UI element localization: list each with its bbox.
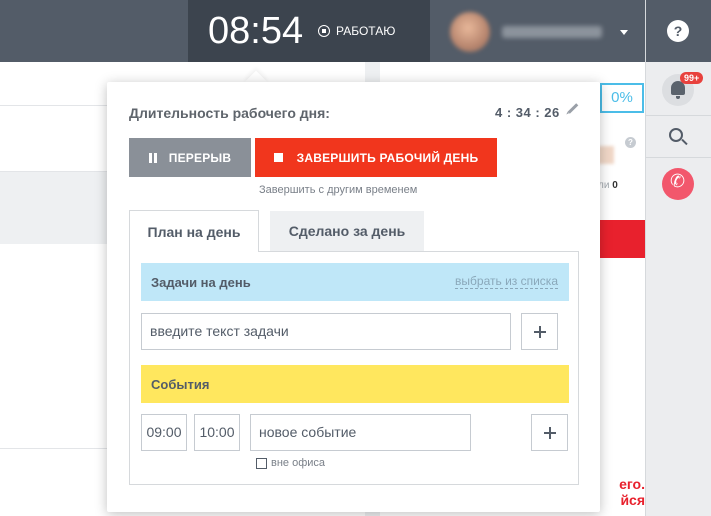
clock: 08:54 bbox=[208, 10, 304, 52]
finish-workday-label: ЗАВЕРШИТЬ РАБОЧИЙ ДЕНЬ bbox=[296, 150, 479, 165]
tasks-header: Задачи на день выбрать из списка bbox=[141, 263, 569, 301]
tab-done[interactable]: Сделано за день bbox=[270, 211, 424, 251]
user-name-blurred bbox=[502, 26, 602, 38]
divider bbox=[646, 157, 711, 158]
help-icon[interactable]: ? bbox=[667, 20, 689, 42]
top-header: 08:54 РАБОТАЮ bbox=[0, 0, 645, 62]
events-title: События bbox=[151, 377, 210, 392]
duration-value: 4 : 34 : 26 bbox=[495, 105, 560, 120]
avatar bbox=[450, 12, 490, 52]
finish-other-time-link[interactable]: Завершить с другим временем bbox=[259, 184, 417, 196]
pause-button[interactable]: ПЕРЕРЫВ bbox=[129, 138, 251, 177]
plan-panel: Задачи на день выбрать из списка введите… bbox=[129, 251, 579, 485]
help-circle-icon[interactable]: ? bbox=[625, 137, 636, 148]
event-name-input[interactable]: новое событие bbox=[250, 414, 471, 451]
work-status[interactable]: РАБОТАЮ bbox=[318, 24, 395, 38]
tasks-title: Задачи на день bbox=[151, 275, 251, 290]
card-thumbnail bbox=[598, 146, 614, 164]
pencil-icon[interactable] bbox=[567, 103, 579, 114]
stop-icon bbox=[318, 25, 330, 37]
stop-icon bbox=[273, 153, 283, 162]
task-input[interactable]: введите текст задачи bbox=[141, 313, 511, 350]
pause-icon bbox=[148, 152, 157, 163]
pause-button-label: ПЕРЕРЫВ bbox=[168, 150, 232, 165]
timeman-widget[interactable]: 08:54 РАБОТАЮ bbox=[188, 0, 430, 62]
event-time-to[interactable]: 10:00 bbox=[194, 414, 240, 451]
out-of-office-row[interactable]: вне офиса bbox=[256, 457, 325, 469]
out-of-office-checkbox[interactable] bbox=[256, 457, 267, 469]
phone-icon[interactable] bbox=[662, 168, 694, 200]
right-sidebar: ? 99+ bbox=[645, 0, 711, 516]
out-of-office-label: вне офиса bbox=[271, 457, 326, 469]
work-status-label: РАБОТАЮ bbox=[336, 24, 396, 38]
red-banner bbox=[599, 220, 645, 258]
divider bbox=[646, 115, 711, 116]
event-time-from[interactable]: 09:00 bbox=[141, 414, 187, 451]
user-menu[interactable] bbox=[450, 12, 628, 52]
chevron-down-icon bbox=[620, 29, 628, 35]
add-task-button[interactable] bbox=[521, 313, 558, 350]
tab-plan[interactable]: План на день bbox=[129, 210, 259, 252]
add-event-button[interactable] bbox=[531, 414, 568, 451]
card-counter-value: 0 bbox=[612, 180, 618, 191]
notification-badge: 99+ bbox=[680, 72, 704, 84]
card-counter: ли 0 bbox=[598, 180, 618, 191]
workday-popup: Длительность рабочего дня: 4 : 34 : 26 П… bbox=[107, 82, 600, 512]
help-zone: ? bbox=[646, 0, 711, 62]
search-icon[interactable] bbox=[669, 128, 683, 142]
events-header: События bbox=[141, 365, 569, 403]
select-from-list-link[interactable]: выбрать из списка bbox=[455, 275, 558, 289]
finish-workday-button[interactable]: ЗАВЕРШИТЬ РАБОЧИЙ ДЕНЬ bbox=[255, 138, 497, 177]
progress-percent: 0% bbox=[600, 83, 644, 113]
duration-label: Длительность рабочего дня: bbox=[129, 105, 330, 121]
